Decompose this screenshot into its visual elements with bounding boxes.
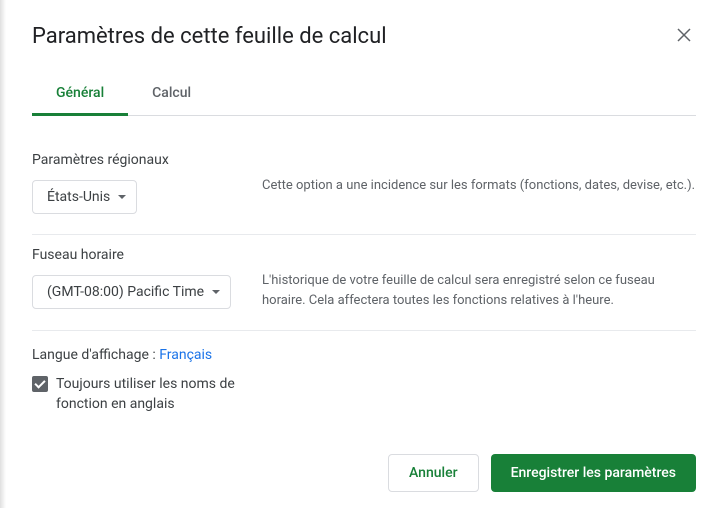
- dialog-title: Paramètres de cette feuille de calcul: [32, 24, 387, 49]
- locale-value: États-Unis: [47, 189, 110, 205]
- chevron-down-icon: [118, 195, 126, 199]
- locale-left: Paramètres régionaux États-Unis: [32, 152, 262, 214]
- locale-description: Cette option a une incidence sur les for…: [262, 152, 696, 214]
- close-button[interactable]: [672, 24, 696, 48]
- tabs: Général Calcul: [32, 73, 696, 116]
- locale-dropdown[interactable]: États-Unis: [32, 180, 137, 214]
- english-functions-label: Toujours utiliser les noms de fonction e…: [56, 375, 262, 414]
- english-functions-checkbox[interactable]: [32, 376, 48, 392]
- save-button[interactable]: Enregistrer les paramètres: [491, 454, 696, 492]
- tab-calc[interactable]: Calcul: [128, 73, 215, 116]
- english-functions-option[interactable]: Toujours utiliser les noms de fonction e…: [32, 375, 262, 414]
- locale-label: Paramètres régionaux: [32, 152, 262, 168]
- settings-dialog: Paramètres de cette feuille de calcul Gé…: [0, 0, 720, 508]
- timezone-left: Fuseau horaire (GMT-08:00) Pacific Time: [32, 247, 262, 310]
- cancel-button[interactable]: Annuler: [388, 454, 479, 492]
- timezone-dropdown[interactable]: (GMT-08:00) Pacific Time: [32, 275, 231, 309]
- language-link[interactable]: Français: [159, 347, 212, 363]
- language-section: Langue d'affichage : Français Toujours u…: [32, 331, 696, 430]
- chevron-down-icon: [212, 290, 220, 294]
- timezone-label: Fuseau horaire: [32, 247, 262, 263]
- tab-general[interactable]: Général: [32, 73, 128, 116]
- timezone-section: Fuseau horaire (GMT-08:00) Pacific Time …: [32, 235, 696, 331]
- timezone-value: (GMT-08:00) Pacific Time: [47, 284, 204, 300]
- locale-section: Paramètres régionaux États-Unis Cette op…: [32, 140, 696, 235]
- timezone-description: L'historique de votre feuille de calcul …: [262, 247, 696, 310]
- dialog-footer: Annuler Enregistrer les paramètres: [32, 454, 696, 492]
- language-label: Langue d'affichage :: [32, 347, 159, 363]
- dialog-header: Paramètres de cette feuille de calcul: [32, 24, 696, 49]
- language-line: Langue d'affichage : Français: [32, 347, 696, 363]
- dialog-left-shadow: [0, 0, 6, 508]
- close-icon: [677, 26, 691, 47]
